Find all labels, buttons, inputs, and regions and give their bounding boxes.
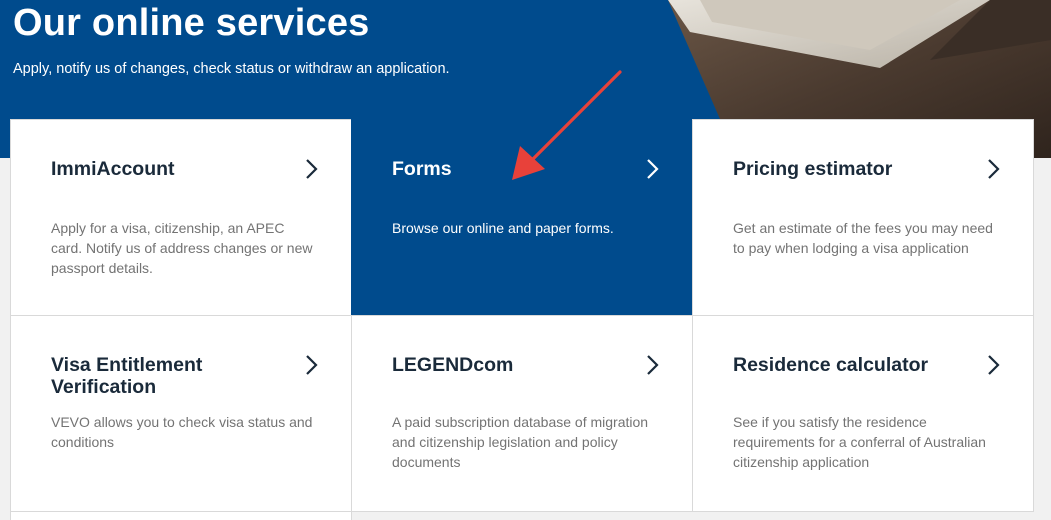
card-title: ImmiAccount <box>51 158 175 180</box>
card-immiaccount[interactable]: ImmiAccount Apply for a visa, citizenshi… <box>10 119 352 316</box>
card-description: Get an estimate of the fees you may need… <box>733 220 993 256</box>
card-residence-calculator[interactable]: Residence calculator See if you satisfy … <box>692 315 1034 512</box>
card-legendcom[interactable]: LEGENDcom A paid subscription database o… <box>351 315 693 512</box>
card-pricing-estimator[interactable]: Pricing estimator Get an estimate of the… <box>692 119 1034 316</box>
card-title: LEGENDcom <box>392 354 514 376</box>
card-description: VEVO allows you to check visa status and… <box>51 414 313 450</box>
card-description: Apply for a visa, citizenship, an APEC c… <box>51 220 313 276</box>
card-description: Browse our online and paper forms. <box>392 220 614 236</box>
card-title: Residence calculator <box>733 354 929 376</box>
page-subtitle: Apply, notify us of changes, check statu… <box>13 61 450 77</box>
chevron-right-icon <box>306 355 318 375</box>
page-title: Our online services <box>13 2 370 44</box>
chevron-right-icon <box>306 159 318 179</box>
card-description: See if you satisfy the residence require… <box>733 414 986 470</box>
card-visa-entitlement-verification[interactable]: Visa Entitlement Verification VEVO allow… <box>10 315 352 512</box>
card-forms[interactable]: Forms Browse our online and paper forms. <box>351 119 693 316</box>
card-title: Pricing estimator <box>733 158 893 180</box>
card-partial[interactable] <box>10 511 352 520</box>
card-title: Forms <box>392 158 452 180</box>
chevron-right-icon <box>988 355 1000 375</box>
chevron-right-icon <box>647 355 659 375</box>
chevron-right-icon <box>988 159 1000 179</box>
services-grid: ImmiAccount Apply for a visa, citizenshi… <box>10 119 1034 520</box>
card-description: A paid subscription database of migratio… <box>392 414 649 470</box>
chevron-right-icon <box>647 159 659 179</box>
card-title: Visa Entitlement Verification <box>51 354 203 398</box>
